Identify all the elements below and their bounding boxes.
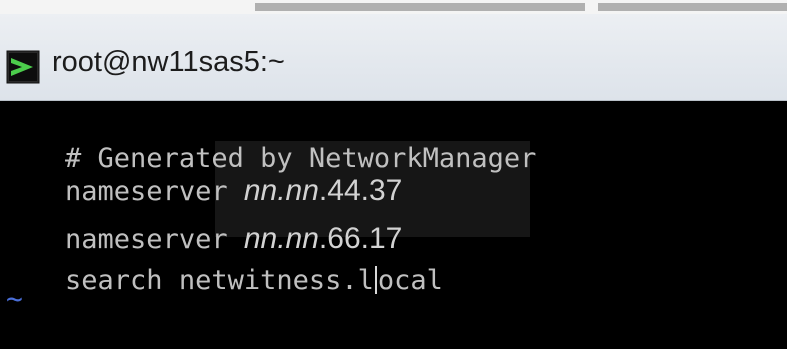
window-top-edge — [0, 0, 787, 14]
terminal-line-search: search netwitness.l ocal — [0, 233, 443, 296]
background-window-edge — [255, 3, 585, 11]
text-cursor — [374, 266, 377, 294]
terminal-line-comment: # Generated by NetworkManager — [0, 111, 536, 174]
window-title: root@nw11sas5:~ — [52, 46, 285, 78]
search-text-before-cursor: search netwitness.l — [65, 265, 374, 296]
terminal-line-nameserver-1: nameserver nn.nn.44.37 — [0, 143, 402, 208]
terminal-area[interactable]: # Generated by NetworkManager nameserver… — [0, 101, 787, 349]
putty-terminal-icon — [6, 50, 40, 84]
search-text-after-cursor: ocal — [377, 265, 443, 296]
terminal-line-nameserver-2: nameserver nn.nn.66.17 — [0, 191, 402, 256]
background-window-edge-2 — [598, 3, 787, 11]
title-bar[interactable]: root@nw11sas5:~ — [0, 14, 787, 101]
